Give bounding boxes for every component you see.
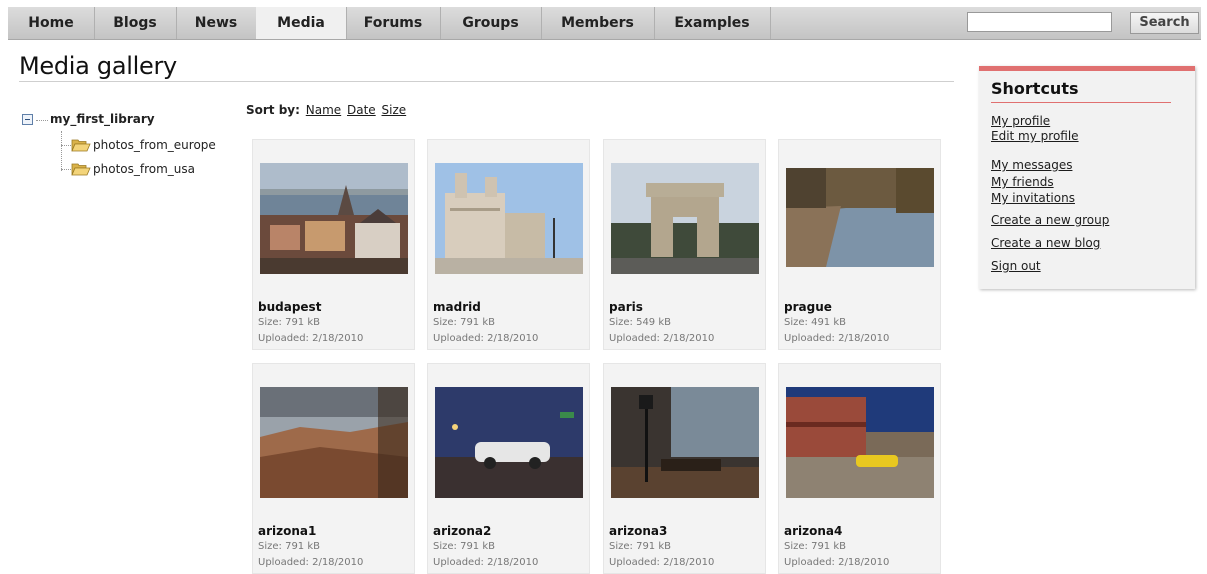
item-uploaded: Uploaded: 2/18/2010 — [433, 333, 539, 344]
sort-by-name-link[interactable]: Name — [306, 103, 341, 117]
shortcut-sign-out[interactable]: Sign out — [991, 259, 1041, 273]
item-uploaded: Uploaded: 2/18/2010 — [784, 557, 890, 568]
photo-thumbnail — [435, 163, 583, 274]
item-uploaded: Uploaded: 2/18/2010 — [784, 333, 890, 344]
tab-media[interactable]: Media — [256, 7, 347, 39]
shortcuts-panel: Shortcuts My profile Edit my profile My … — [979, 66, 1195, 289]
gallery-item-madrid[interactable]: madrid Size: 791 kB Uploaded: 2/18/2010 — [427, 139, 590, 350]
shortcut-create-group[interactable]: Create a new group — [991, 213, 1109, 227]
item-size: Size: 791 kB — [433, 541, 495, 552]
title-divider — [19, 81, 954, 82]
item-uploaded: Uploaded: 2/18/2010 — [609, 333, 715, 344]
tab-members[interactable]: Members — [541, 7, 655, 39]
item-size: Size: 791 kB — [258, 541, 320, 552]
shortcut-my-invitations[interactable]: My invitations — [991, 191, 1075, 205]
item-name[interactable]: madrid — [433, 300, 481, 314]
item-uploaded: Uploaded: 2/18/2010 — [433, 557, 539, 568]
tab-blogs[interactable]: Blogs — [94, 7, 177, 39]
item-name[interactable]: arizona4 — [784, 524, 842, 538]
item-name[interactable]: prague — [784, 300, 832, 314]
item-uploaded: Uploaded: 2/18/2010 — [609, 557, 715, 568]
item-size: Size: 791 kB — [784, 541, 846, 552]
photo-thumbnail — [260, 387, 408, 498]
sort-by-size-link[interactable]: Size — [382, 103, 407, 117]
shortcut-my-profile[interactable]: My profile — [991, 114, 1050, 128]
shortcut-my-friends[interactable]: My friends — [991, 175, 1054, 189]
item-uploaded: Uploaded: 2/18/2010 — [258, 557, 364, 568]
item-uploaded: Uploaded: 2/18/2010 — [258, 333, 364, 344]
tree-connector — [61, 145, 71, 146]
item-name[interactable]: arizona1 — [258, 524, 316, 538]
gallery-item-paris[interactable]: paris Size: 549 kB Uploaded: 2/18/2010 — [603, 139, 766, 350]
item-size: Size: 791 kB — [258, 317, 320, 328]
photo-thumbnail — [435, 387, 583, 498]
item-name[interactable]: arizona2 — [433, 524, 491, 538]
gallery-item-arizona2[interactable]: arizona2 Size: 791 kB Uploaded: 2/18/201… — [427, 363, 590, 574]
tab-examples[interactable]: Examples — [654, 7, 771, 39]
shortcut-create-blog[interactable]: Create a new blog — [991, 236, 1100, 250]
shortcuts-title: Shortcuts — [991, 79, 1079, 98]
tab-forums[interactable]: Forums — [346, 7, 441, 39]
sort-bar: Sort by: Name Date Size — [246, 103, 406, 117]
gallery-item-arizona4[interactable]: arizona4 Size: 791 kB Uploaded: 2/18/201… — [778, 363, 941, 574]
tree-root-label[interactable]: my_first_library — [50, 112, 155, 126]
photo-thumbnail — [611, 163, 759, 274]
folder-open-icon — [71, 139, 91, 152]
tree-connector — [61, 131, 62, 171]
gallery-item-prague[interactable]: prague Size: 491 kB Uploaded: 2/18/2010 — [778, 139, 941, 350]
gallery-item-arizona3[interactable]: arizona3 Size: 791 kB Uploaded: 2/18/201… — [603, 363, 766, 574]
sort-label: Sort by: — [246, 103, 300, 117]
tab-news[interactable]: News — [176, 7, 257, 39]
gallery-item-arizona1[interactable]: arizona1 Size: 791 kB Uploaded: 2/18/201… — [252, 363, 415, 574]
tab-groups[interactable]: Groups — [440, 7, 542, 39]
item-name[interactable]: arizona3 — [609, 524, 667, 538]
tab-home[interactable]: Home — [8, 7, 95, 39]
shortcuts-divider — [991, 102, 1171, 103]
collapse-icon[interactable] — [22, 114, 33, 125]
gallery-item-budapest[interactable]: budapest Size: 791 kB Uploaded: 2/18/201… — [252, 139, 415, 350]
item-size: Size: 491 kB — [784, 317, 846, 328]
top-navigation: Home Blogs News Media Forums Groups Memb… — [8, 7, 1201, 40]
tree-connector — [36, 120, 48, 121]
item-size: Size: 549 kB — [609, 317, 671, 328]
item-name[interactable]: paris — [609, 300, 643, 314]
search-input[interactable] — [967, 12, 1112, 32]
item-name[interactable]: budapest — [258, 300, 321, 314]
photo-thumbnail — [786, 168, 934, 267]
page-title: Media gallery — [19, 52, 177, 80]
search-button[interactable]: Search — [1130, 12, 1199, 34]
photo-thumbnail — [611, 387, 759, 498]
tree-connector — [61, 169, 71, 170]
shortcut-my-messages[interactable]: My messages — [991, 158, 1072, 172]
folder-open-icon — [71, 163, 91, 176]
photo-thumbnail — [786, 387, 934, 498]
sort-by-date-link[interactable]: Date — [347, 103, 376, 117]
tree-item-label[interactable]: photos_from_europe — [93, 138, 216, 152]
item-size: Size: 791 kB — [609, 541, 671, 552]
item-size: Size: 791 kB — [433, 317, 495, 328]
shortcut-edit-my-profile[interactable]: Edit my profile — [991, 129, 1079, 143]
tree-item-label[interactable]: photos_from_usa — [93, 162, 195, 176]
photo-thumbnail — [260, 163, 408, 274]
